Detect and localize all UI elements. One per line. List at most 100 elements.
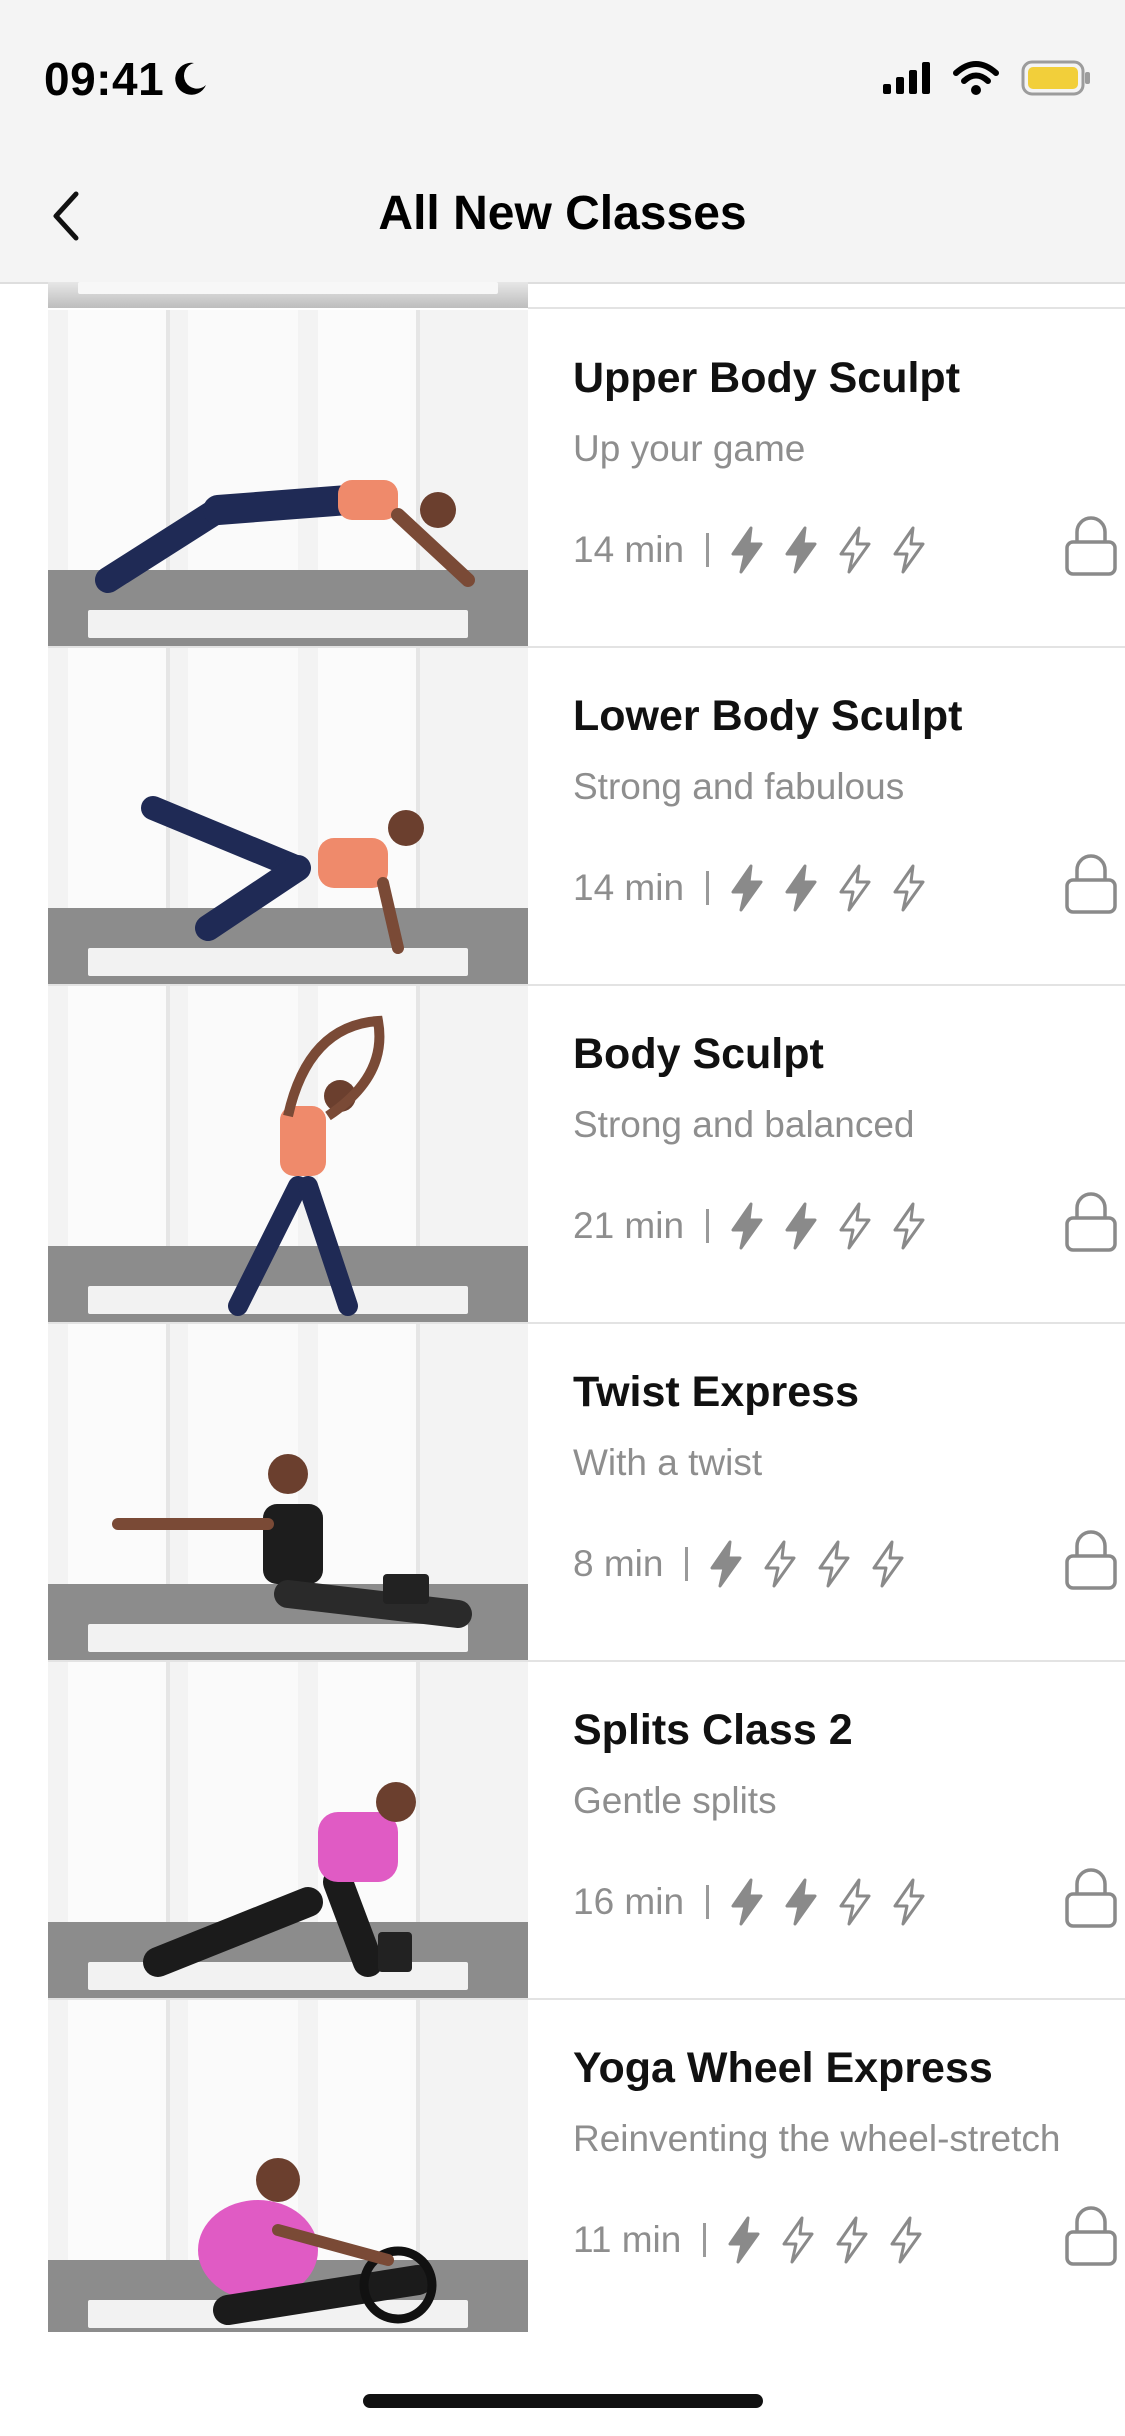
intensity-bolt-icon	[893, 1202, 925, 1250]
intensity-bolt-icon	[731, 864, 763, 912]
previous-class-thumbnail-partial	[48, 282, 528, 308]
intensity-bolt-icon	[764, 1540, 796, 1588]
meta-separator	[685, 1547, 689, 1581]
class-info: Yoga Wheel Express Reinventing the wheel-…	[573, 2000, 1125, 2332]
intensity-bolt-icon	[839, 864, 871, 912]
class-meta: 14 min	[573, 864, 945, 912]
intensity-bolt-icon	[710, 1540, 742, 1588]
intensity-bolt-icon	[872, 1540, 904, 1588]
class-duration: 8 min	[573, 1543, 664, 1584]
intensity-bolt-icon	[818, 1540, 850, 1588]
class-thumbnail-image	[48, 1324, 528, 1660]
class-info: Twist Express With a twist 8 min	[573, 1324, 1125, 1660]
class-thumbnail[interactable]	[48, 310, 528, 646]
status-time-label: 09:41	[44, 53, 165, 105]
class-thumbnail[interactable]	[48, 648, 528, 984]
class-row[interactable]: Upper Body Sculpt Up your game 14 min	[48, 310, 1125, 648]
class-row[interactable]: Body Sculpt Strong and balanced 21 min	[48, 986, 1125, 1324]
intensity-rating	[708, 1540, 924, 1588]
class-thumbnail[interactable]	[48, 986, 528, 1322]
meta-separator	[703, 2223, 707, 2257]
class-row[interactable]: Yoga Wheel Express Reinventing the wheel-…	[48, 2000, 1125, 2332]
class-title: Splits Class 2	[573, 1706, 853, 1754]
status-indicators	[883, 60, 1091, 96]
class-subtitle: Up your game	[573, 428, 806, 469]
intensity-bolt-icon	[731, 526, 763, 574]
navigation-header: 09:41 All New Classes	[0, 0, 1125, 284]
intensity-bolt-icon	[782, 2216, 814, 2264]
intensity-bolt-icon	[839, 1878, 871, 1926]
cellular-signal-icon	[883, 62, 930, 94]
class-thumbnail-image	[48, 648, 528, 984]
class-duration: 21 min	[573, 1205, 685, 1246]
class-info: Lower Body Sculpt Strong and fabulous 14 m…	[573, 648, 1125, 984]
class-subtitle: Reinventing the wheel-stretch	[573, 2118, 1061, 2159]
class-thumbnail-image	[48, 986, 528, 1322]
battery-icon	[1021, 60, 1090, 96]
class-title: Body Sculpt	[573, 1030, 824, 1078]
lock-icon	[1065, 1530, 1117, 1590]
intensity-bolt-icon	[893, 864, 925, 912]
class-subtitle: Strong and fabulous	[573, 766, 905, 807]
intensity-bolt-icon	[893, 1878, 925, 1926]
class-thumbnail-image	[48, 2000, 528, 2332]
intensity-bolt-icon	[785, 526, 817, 574]
class-row[interactable]: Splits Class 2 Gentle splits 16 min	[48, 1662, 1125, 2000]
intensity-bolt-icon	[731, 1202, 763, 1250]
intensity-rating	[729, 526, 945, 574]
intensity-bolt-icon	[836, 2216, 868, 2264]
intensity-bolt-icon	[728, 2216, 760, 2264]
class-meta: 8 min	[573, 1540, 924, 1588]
class-duration: 14 min	[573, 529, 685, 570]
lock-icon	[1065, 1868, 1117, 1928]
wifi-icon	[953, 61, 999, 95]
class-subtitle: Gentle splits	[573, 1780, 777, 1821]
class-subtitle: With a twist	[573, 1442, 763, 1483]
lock-icon	[1065, 516, 1117, 576]
intensity-bolt-icon	[785, 1878, 817, 1926]
intensity-rating	[729, 1202, 945, 1250]
page-title: All New Classes	[378, 187, 747, 240]
class-duration: 16 min	[573, 1881, 685, 1922]
meta-separator	[706, 871, 710, 905]
class-thumbnail-image	[48, 1662, 528, 1998]
class-duration: 14 min	[573, 867, 685, 908]
moon-icon	[175, 62, 207, 95]
class-thumbnail[interactable]	[48, 1662, 528, 1998]
class-thumbnail[interactable]	[48, 1324, 528, 1660]
meta-separator	[706, 1209, 710, 1243]
class-title: Lower Body Sculpt	[573, 692, 963, 740]
intensity-rating	[729, 864, 945, 912]
class-info: Body Sculpt Strong and balanced 21 min	[573, 986, 1125, 1322]
home-indicator[interactable]	[363, 2394, 763, 2408]
class-meta: 11 min	[573, 2216, 942, 2264]
class-row[interactable]: Lower Body Sculpt Strong and fabulous 14 m…	[48, 648, 1125, 986]
class-info: Splits Class 2 Gentle splits 16 min	[573, 1662, 1125, 1998]
intensity-bolt-icon	[839, 526, 871, 574]
class-row[interactable]: Twist Express With a twist 8 min	[48, 1324, 1125, 1662]
intensity-bolt-icon	[890, 2216, 922, 2264]
lock-icon	[1065, 854, 1117, 914]
status-time: 09:41	[44, 52, 210, 106]
class-info: Upper Body Sculpt Up your game 14 min	[573, 310, 1125, 646]
intensity-rating	[726, 2216, 942, 2264]
class-duration: 11 min	[573, 2219, 682, 2260]
lock-icon	[1065, 2206, 1117, 2266]
class-title: Upper Body Sculpt	[573, 354, 961, 402]
class-meta: 21 min	[573, 1202, 945, 1250]
meta-separator	[706, 1885, 710, 1919]
class-thumbnail[interactable]	[48, 2000, 528, 2332]
class-meta: 16 min	[573, 1878, 945, 1926]
class-meta: 14 min	[573, 526, 945, 574]
class-list[interactable]: Upper Body Sculpt Up your game 14 min Lower…	[48, 282, 1125, 2332]
intensity-bolt-icon	[731, 1878, 763, 1926]
intensity-bolt-icon	[785, 1202, 817, 1250]
meta-separator	[706, 533, 710, 567]
intensity-bolt-icon	[839, 1202, 871, 1250]
class-title: Yoga Wheel Express	[573, 2044, 993, 2092]
lock-icon	[1065, 1192, 1117, 1252]
intensity-rating	[729, 1878, 945, 1926]
intensity-bolt-icon	[785, 864, 817, 912]
class-thumbnail-image	[48, 310, 528, 646]
intensity-bolt-icon	[893, 526, 925, 574]
